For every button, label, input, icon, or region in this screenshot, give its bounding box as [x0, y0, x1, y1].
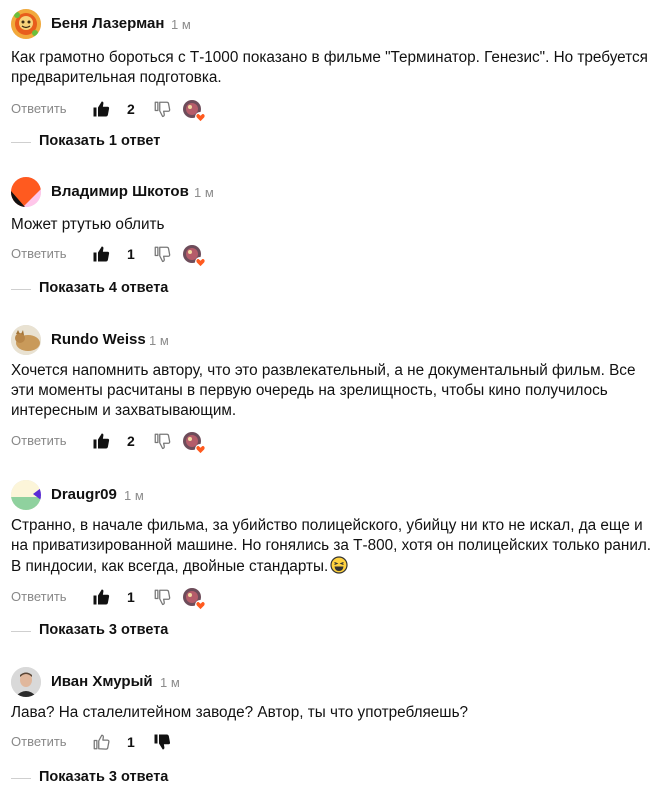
avatar-image: [11, 9, 41, 39]
author-name[interactable]: Draugr09: [51, 486, 117, 503]
comment-text: Хочется напомнить автору, что это развле…: [11, 362, 636, 419]
comment-header: Draugr09 1 м: [11, 480, 657, 510]
avatar-image: [11, 325, 41, 355]
comment-actions: Ответить 1: [11, 244, 657, 267]
reply-button[interactable]: Ответить: [11, 433, 67, 448]
show-replies-label: Показать 1 ответ: [39, 133, 161, 149]
reply-button[interactable]: Ответить: [11, 589, 67, 604]
like-count: 1: [127, 246, 135, 262]
comment: Rundo Weiss 1 м Хочется напомнить автору…: [11, 325, 657, 454]
thumbs-down-icon[interactable]: [153, 245, 171, 263]
comment-time: 1 м: [124, 488, 144, 503]
comment-time: 1 м: [149, 333, 169, 348]
comment-text: Лава? На сталелитейном заводе? Автор, ты…: [11, 704, 469, 721]
heart-icon: [195, 600, 205, 610]
comment: Владимир Шкотов 1 м Может ртутью облить …: [11, 177, 657, 267]
author-name[interactable]: Иван Хмурый: [51, 673, 153, 690]
like-count: 1: [127, 734, 135, 750]
thumbs-up-icon[interactable]: [92, 100, 110, 118]
reaction-avatar[interactable]: [183, 588, 205, 610]
author-name[interactable]: Владимир Шкотов: [51, 183, 189, 200]
comment-time: 1 м: [160, 675, 180, 690]
avatar-image: [11, 667, 41, 697]
thumbs-up-icon[interactable]: [92, 733, 110, 751]
thumbs-down-icon[interactable]: [153, 588, 171, 606]
like-count: 2: [127, 101, 135, 117]
comment-actions: Ответить 2: [11, 99, 657, 122]
reaction-avatar[interactable]: [183, 432, 205, 454]
heart-icon: [195, 112, 205, 122]
reaction-avatar[interactable]: [183, 245, 205, 267]
reaction-avatar[interactable]: [183, 100, 205, 122]
heart-icon: [195, 257, 205, 267]
show-replies-label: Показать 3 ответа: [39, 622, 169, 638]
avatar-image: [11, 177, 41, 207]
comment-time: 1 м: [171, 17, 191, 32]
comment-text: Как грамотно бороться с Т-1000 показано …: [11, 49, 648, 86]
avatar[interactable]: [11, 325, 41, 355]
comment: Draugr09 1 м Странно, в начале фильма, з…: [11, 480, 657, 610]
show-replies-label: Показать 3 ответа: [39, 769, 169, 785]
thumbs-down-icon[interactable]: [153, 432, 171, 450]
avatar-image: [11, 480, 41, 510]
thumbs-up-icon[interactable]: [92, 588, 110, 606]
comment-text: Странно, в начале фильма, за убийство по…: [11, 516, 657, 577]
comment-actions: Ответить 1: [11, 732, 657, 754]
divider-line: [11, 142, 31, 143]
laughing-emoji-icon: [330, 556, 348, 574]
thumbs-up-icon[interactable]: [92, 432, 110, 450]
reply-button[interactable]: Ответить: [11, 246, 67, 261]
avatar[interactable]: [11, 9, 41, 39]
comment: Иван Хмурый 1 м Лава? На сталелитейном з…: [11, 667, 657, 754]
comment-header: Владимир Шкотов 1 м: [11, 177, 657, 207]
like-count: 1: [127, 589, 135, 605]
like-count: 2: [127, 433, 135, 449]
comment-header: Иван Хмурый 1 м: [11, 667, 657, 697]
avatar[interactable]: [11, 177, 41, 207]
heart-icon: [195, 444, 205, 454]
comment-actions: Ответить 1: [11, 587, 657, 610]
comment: Беня Лазерман 1 м Как грамотно бороться …: [11, 9, 657, 122]
divider-line: [11, 778, 31, 779]
comment-actions: Ответить 2: [11, 431, 657, 454]
divider-line: [11, 631, 31, 632]
author-name[interactable]: Беня Лазерман: [51, 15, 164, 32]
author-name[interactable]: Rundo Weiss: [51, 331, 146, 348]
thumbs-up-icon[interactable]: [92, 245, 110, 263]
comment-time: 1 м: [194, 185, 214, 200]
thumbs-down-icon[interactable]: [153, 733, 171, 751]
thumbs-down-icon[interactable]: [153, 100, 171, 118]
comment-header: Rundo Weiss 1 м: [11, 325, 657, 355]
show-replies-label: Показать 4 ответа: [39, 280, 169, 296]
reply-button[interactable]: Ответить: [11, 734, 67, 749]
comment-header: Беня Лазерман 1 м: [11, 9, 657, 39]
divider-line: [11, 289, 31, 290]
reply-button[interactable]: Ответить: [11, 101, 67, 116]
avatar[interactable]: [11, 480, 41, 510]
comment-text: Может ртутью облить: [11, 216, 165, 233]
avatar[interactable]: [11, 667, 41, 697]
